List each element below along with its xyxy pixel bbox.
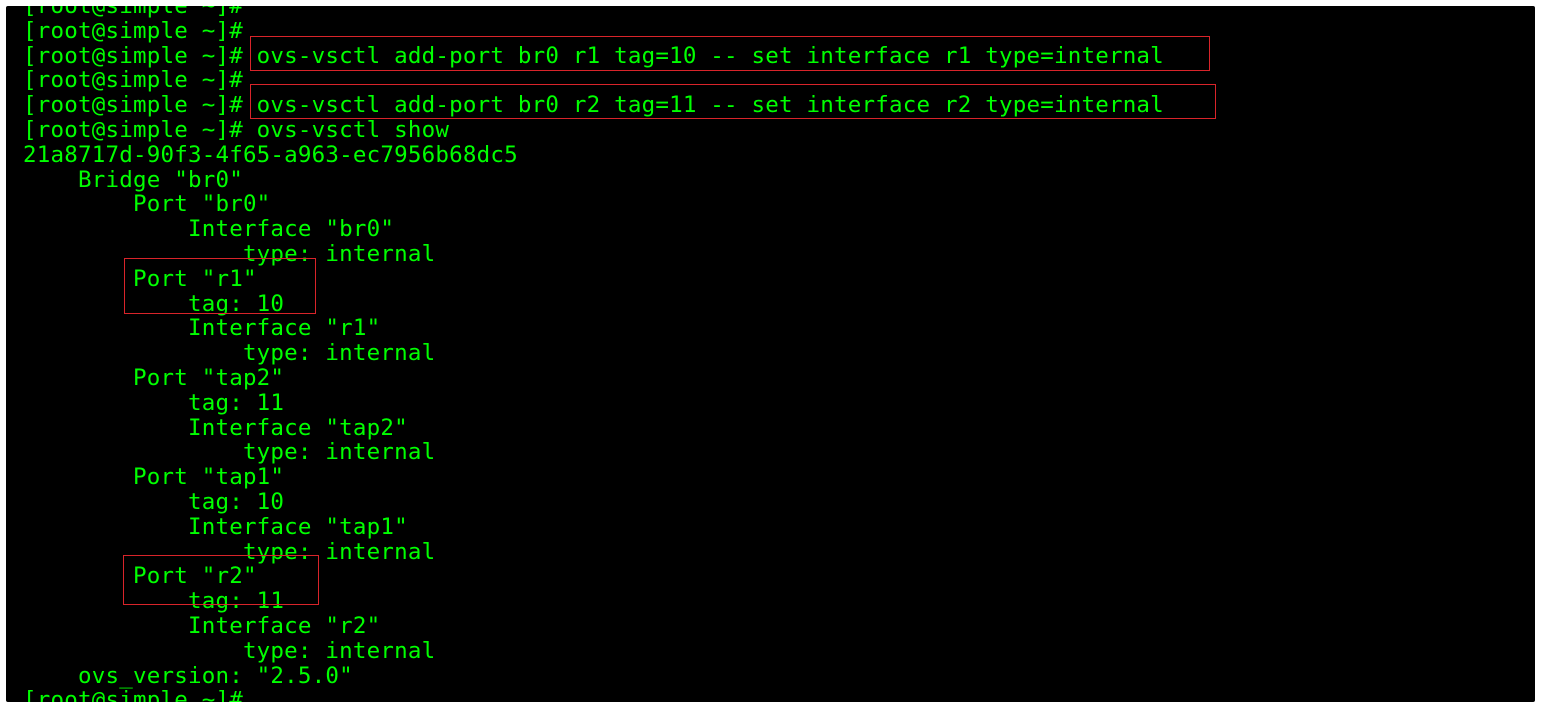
terminal-line-output: type: internal — [23, 439, 436, 466]
terminal-line-output: Interface "r1" — [23, 315, 381, 342]
terminal-line-output: Interface "r2" — [23, 612, 381, 639]
terminal-line-output: Port "br0" — [23, 191, 271, 218]
terminal-line-output: type: internal — [23, 637, 436, 664]
terminal-line-output: type: internal — [23, 340, 436, 367]
terminal-line-output: Interface "tap2" — [23, 414, 408, 441]
terminal-line-prompt: [root@simple ~]# — [23, 687, 243, 702]
highlight-box-port-r2 — [123, 555, 319, 605]
terminal-line-output: Interface "br0" — [23, 216, 395, 243]
terminal-line-output: 21a8717d-90f3-4f65-a963-ec7956b68dc5 — [23, 141, 518, 168]
highlight-box-add-port-r2 — [250, 84, 1216, 119]
terminal-line-command: [root@simple ~]# ovs-vsctl show — [23, 116, 450, 143]
terminal-line-output: tag: 10 — [23, 488, 285, 515]
terminal-line-output: Port "tap2" — [23, 364, 285, 391]
terminal-line: [root@simple ~]# — [23, 6, 243, 19]
highlight-box-add-port-r1 — [250, 36, 1210, 71]
highlight-box-port-r1 — [124, 258, 316, 314]
terminal-line-output: tag: 11 — [23, 389, 285, 416]
terminal-window[interactable]: [root@simple ~]# [root@simple ~]# [root@… — [6, 6, 1535, 702]
terminal-line-output: Port "tap1" — [23, 464, 285, 491]
terminal-line-output: ovs_version: "2.5.0" — [23, 662, 353, 689]
terminal-line-output: Interface "tap1" — [23, 513, 408, 540]
terminal-line-output: Bridge "br0" — [23, 166, 243, 193]
